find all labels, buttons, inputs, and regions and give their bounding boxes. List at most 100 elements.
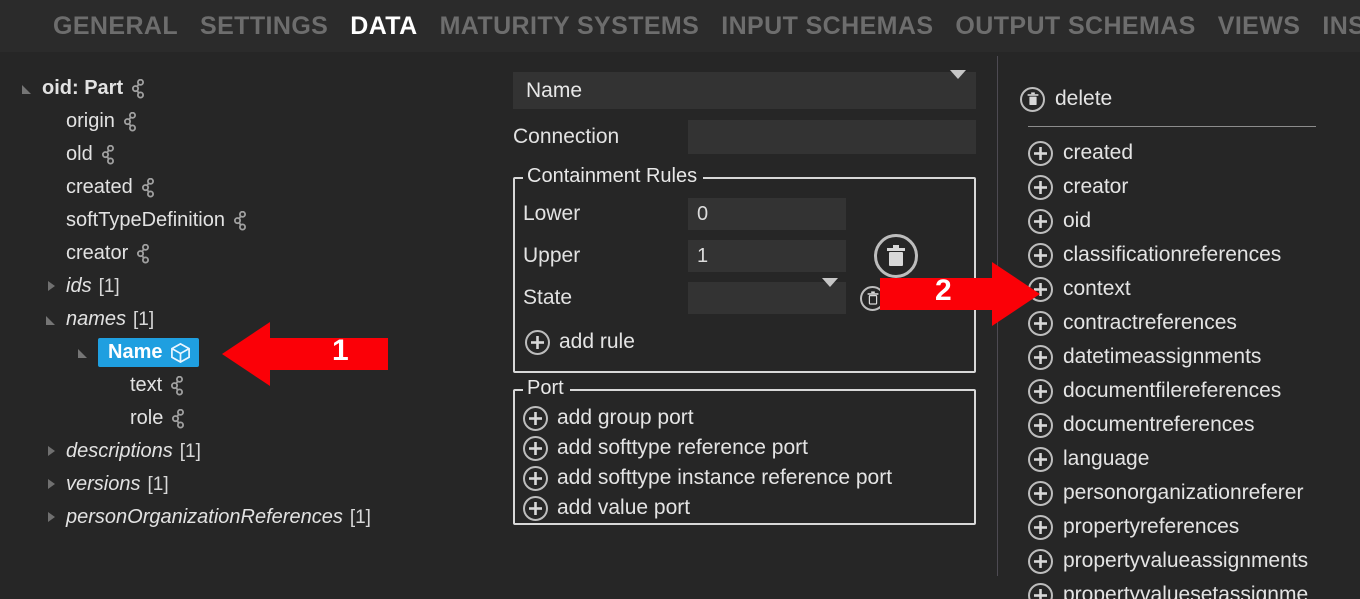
tree-item-label: created: [66, 171, 133, 204]
state-select[interactable]: [688, 282, 846, 314]
add-attribute-label: personorganizationreferer: [1063, 481, 1303, 505]
tree-item-label: names: [66, 303, 126, 336]
tab-general[interactable]: GENERAL: [53, 0, 178, 52]
chain-icon: [169, 376, 185, 396]
tree-item-count: [1]: [99, 270, 120, 303]
chevron-down-icon: [822, 287, 838, 310]
tree-item[interactable]: role: [0, 402, 500, 435]
add-attribute-item[interactable]: documentreferences: [1020, 408, 1360, 442]
add-attribute-item[interactable]: created: [1020, 136, 1360, 170]
add-attribute-label: datetimeassignments: [1063, 345, 1261, 369]
add-attribute-label: language: [1063, 447, 1149, 471]
tree-item-label: text: [130, 369, 162, 402]
add-attribute-item[interactable]: personorganizationreferer: [1020, 476, 1360, 510]
connection-row: Connection: [513, 120, 976, 154]
plus-icon: [523, 436, 548, 461]
tab-bar: GENERAL SETTINGS DATA MATURITY SYSTEMS I…: [0, 0, 1360, 52]
plus-icon: [1028, 515, 1053, 540]
containment-rules-title: Containment Rules: [523, 165, 703, 187]
chain-icon: [130, 79, 146, 99]
chain-icon: [170, 409, 186, 429]
add-attribute-item[interactable]: documentfilereferences: [1020, 374, 1360, 408]
tree-item[interactable]: personOrganizationReferences[1]: [0, 501, 500, 534]
chevron-right-icon[interactable]: [46, 511, 60, 525]
chevron-right-icon[interactable]: [46, 478, 60, 492]
annotation-arrow-2: 2: [880, 258, 1040, 330]
chevron-right-icon[interactable]: [46, 445, 60, 459]
add-attribute-item[interactable]: contractreferences: [1020, 306, 1360, 340]
tree-item[interactable]: versions [1]: [0, 468, 500, 501]
add-rule-button[interactable]: add rule: [525, 327, 635, 357]
chevron-down-icon[interactable]: [22, 82, 36, 96]
add-attribute-label: context: [1063, 277, 1131, 301]
tree-item-label: descriptions: [66, 435, 173, 468]
tree-item-count: [1]: [147, 468, 168, 501]
tree-item-selected[interactable]: Name: [98, 338, 199, 367]
plus-icon: [1028, 583, 1053, 599]
chevron-down-icon[interactable]: [46, 313, 60, 327]
tree-item-label: versions: [66, 468, 140, 501]
cube-icon: [170, 342, 191, 363]
add-attribute-label: oid: [1063, 209, 1091, 233]
connection-field[interactable]: [688, 120, 976, 154]
tree-item[interactable]: descriptions[1]: [0, 435, 500, 468]
connection-label: Connection: [513, 125, 688, 149]
add-attribute-label: created: [1063, 141, 1133, 165]
add-attribute-item[interactable]: datetimeassignments: [1020, 340, 1360, 374]
tree-item-count: [1]: [350, 501, 371, 534]
add-attribute-item[interactable]: propertyvaluesetassignme: [1020, 578, 1360, 599]
plus-icon: [1028, 345, 1053, 370]
add-attribute-item[interactable]: language: [1020, 442, 1360, 476]
add-attribute-label: classificationreferences: [1063, 243, 1281, 267]
tab-data[interactable]: DATA: [350, 0, 417, 52]
tree-item[interactable]: ids[1]: [0, 270, 500, 303]
chevron-right-icon[interactable]: [46, 280, 60, 294]
tab-input-schemas[interactable]: INPUT SCHEMAS: [721, 0, 933, 52]
tree-item[interactable]: softTypeDefinition: [0, 204, 500, 237]
add-attribute-item[interactable]: creator: [1020, 170, 1360, 204]
add-attribute-item[interactable]: classificationreferences: [1020, 238, 1360, 272]
lower-input[interactable]: 0: [688, 198, 846, 230]
plus-icon: [1028, 549, 1053, 574]
tab-settings[interactable]: SETTINGS: [200, 0, 328, 52]
tab-views[interactable]: VIEWS: [1218, 0, 1301, 52]
port-action-button[interactable]: add value port: [523, 493, 963, 523]
add-attribute-item[interactable]: oid: [1020, 204, 1360, 238]
add-attribute-label: contractreferences: [1063, 311, 1237, 335]
add-attribute-label: propertyvaluesetassignme: [1063, 583, 1308, 599]
tree-item[interactable]: created: [0, 171, 500, 204]
tree-item[interactable]: origin: [0, 105, 500, 138]
port-action-button[interactable]: add softtype reference port: [523, 433, 963, 463]
add-attribute-item[interactable]: context: [1020, 272, 1360, 306]
port-action-button[interactable]: add softtype instance reference port: [523, 463, 963, 493]
plus-icon: [1028, 413, 1053, 438]
add-attribute-item[interactable]: propertyvalueassignments: [1020, 544, 1360, 578]
tab-output-schemas[interactable]: OUTPUT SCHEMAS: [955, 0, 1195, 52]
port-action-button[interactable]: add group port: [523, 403, 963, 433]
tree-item[interactable]: old: [0, 138, 500, 171]
tree-spacer: [46, 181, 60, 195]
add-attribute-label: propertyvalueassignments: [1063, 549, 1308, 573]
attribute-list: created creator oid classificationreference…: [1020, 136, 1360, 599]
tree-item-label: old: [66, 138, 93, 171]
port-action-label: add value port: [557, 496, 690, 520]
tree-item-label: creator: [66, 237, 128, 270]
annotation-number-2: 2: [935, 274, 952, 308]
annotation-number-1: 1: [332, 334, 349, 368]
tree-item-label: softTypeDefinition: [66, 204, 225, 237]
chevron-down-icon[interactable]: [78, 346, 92, 360]
tab-instances[interactable]: INSTAN: [1322, 0, 1360, 52]
tree-spacer: [110, 379, 124, 393]
delete-button[interactable]: delete: [1020, 84, 1360, 114]
chain-icon: [140, 178, 156, 198]
tree-item[interactable]: oid: Part: [0, 72, 500, 105]
plus-icon: [1028, 447, 1053, 472]
annotation-arrow-1: 1: [222, 318, 388, 390]
upper-input[interactable]: 1: [688, 240, 846, 272]
tab-maturity-systems[interactable]: MATURITY SYSTEMS: [440, 0, 700, 52]
port-action-label: add group port: [557, 406, 694, 430]
tree-item[interactable]: creator: [0, 237, 500, 270]
type-select[interactable]: Name: [513, 72, 976, 109]
tree-item-label: role: [130, 402, 163, 435]
add-attribute-item[interactable]: propertyreferences: [1020, 510, 1360, 544]
